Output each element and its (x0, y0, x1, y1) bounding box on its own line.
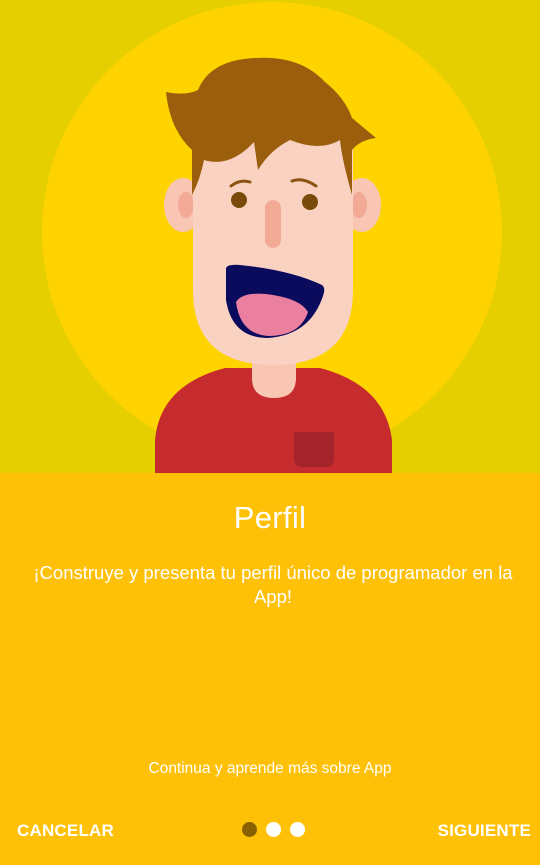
page-description: ¡Construye y presenta tu perfil único de… (33, 562, 513, 607)
shirt-pocket (294, 432, 334, 467)
nose (265, 200, 281, 248)
left-eye (231, 192, 247, 208)
continue-hint: Continua y aprende más sobre App (148, 760, 392, 777)
page-dot-1[interactable] (242, 822, 257, 837)
page-dot-3[interactable] (290, 822, 305, 837)
cancel-button[interactable]: CANCELAR (17, 821, 114, 841)
illustration-area (0, 0, 540, 473)
onboarding-content: Perfil ¡Construye y presenta tu perfil ú… (0, 473, 540, 791)
next-button[interactable]: SIGUIENTE (438, 821, 531, 841)
page-title: Perfil (233, 500, 307, 535)
onboarding-screen: Perfil ¡Construye y presenta tu perfil ú… (0, 0, 540, 865)
right-eye (302, 194, 318, 210)
page-dot-2[interactable] (266, 822, 281, 837)
onboarding-navigation-bar: CANCELAR SIGUIENTE (0, 791, 540, 865)
smiling-boy-illustration (0, 0, 540, 473)
